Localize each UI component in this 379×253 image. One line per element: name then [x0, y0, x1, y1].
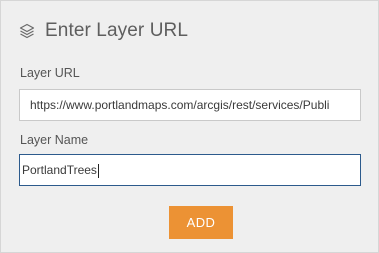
panel-header: Enter Layer URL	[19, 19, 188, 43]
add-button[interactable]: ADD	[169, 206, 233, 239]
layer-name-input[interactable]: PortlandTrees	[19, 154, 361, 186]
layers-icon	[19, 23, 35, 39]
layer-name-label: Layer Name	[20, 133, 89, 147]
layer-url-label: Layer URL	[20, 66, 80, 80]
text-caret	[97, 163, 99, 178]
layer-url-input[interactable]: https://www.portlandmaps.com/arcgis/rest…	[19, 89, 361, 121]
layer-name-value: PortlandTrees	[22, 163, 97, 177]
enter-layer-url-panel: Enter Layer URL Layer URL https://www.po…	[0, 0, 379, 253]
panel-title: Enter Layer URL	[45, 20, 189, 41]
